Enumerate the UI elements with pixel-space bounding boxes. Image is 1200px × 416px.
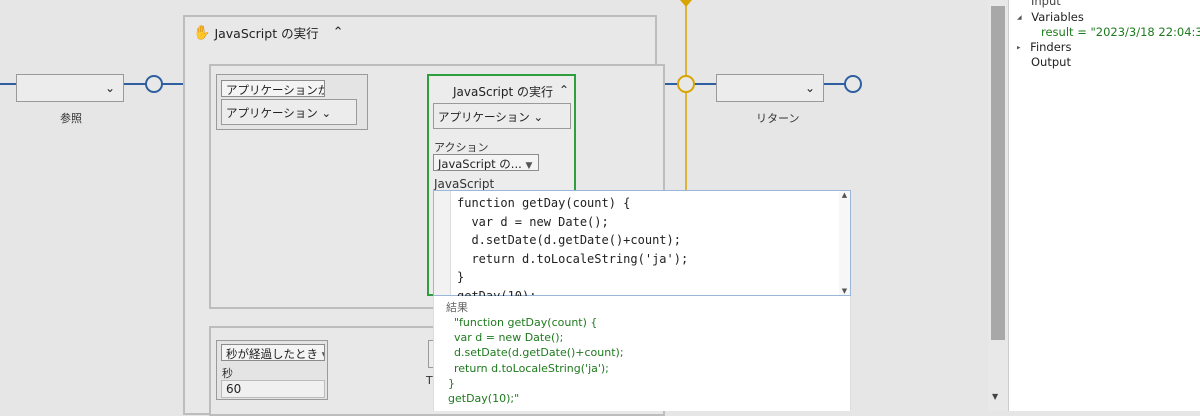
result-line: var d = new Date();	[454, 331, 564, 345]
code-editor[interactable]: function getDay(count) { var d = new Dat…	[433, 190, 851, 303]
expanded-triangle-icon[interactable]: ◢	[1017, 14, 1022, 21]
result-lines: "function getDay(count) { var d = new Dat…	[434, 315, 852, 406]
editor-scrollbar[interactable]: ▲ ▼	[839, 191, 850, 295]
result-line: d.setDate(d.getDate()+count);	[454, 346, 624, 360]
code-line: d.setDate(d.getDate()+count);	[457, 233, 681, 247]
app-sub-dropdown[interactable]: アプリケーション ⌄	[221, 99, 357, 125]
return-node[interactable]: ⌄	[716, 74, 824, 102]
dropdown-arrow-icon: ▼	[322, 351, 324, 360]
code-lines: function getDay(count) { var d = new Dat…	[457, 194, 688, 305]
result-line: }	[448, 376, 455, 390]
output-item[interactable]: Output	[1031, 55, 1071, 69]
editor-gutter	[434, 191, 451, 295]
app-select-node: アプリケーションが... ▼ アプリケーション ⌄	[216, 74, 368, 130]
result-line: "function getDay(count) {	[454, 316, 598, 329]
chevron-down-icon: ⌄	[104, 81, 115, 95]
hand-icon: ✋	[193, 24, 211, 41]
next-node-label: T	[426, 374, 433, 387]
variables-panel: Input ◢ Variables result = "2023/3/18 22…	[1008, 0, 1200, 411]
seconds-label: 秒	[222, 367, 233, 380]
return-label: リターン	[756, 112, 800, 125]
reference-label: 参照	[60, 112, 82, 125]
collapsed-triangle-icon[interactable]: ▸	[1017, 44, 1021, 52]
seconds-input[interactable]: 60	[221, 380, 325, 398]
code-line: function getDay(count) {	[457, 196, 631, 210]
scrollbar-thumb[interactable]	[991, 6, 1005, 340]
action-dropdown[interactable]: JavaScript の... ▼	[433, 154, 539, 171]
javascript-label: JavaScript	[434, 177, 495, 191]
wait-condition-dropdown[interactable]: 秒が経過したとき ▼	[221, 344, 325, 361]
collapse-icon[interactable]: ⌃	[559, 83, 569, 100]
variables-item[interactable]: ◢ Variables	[1017, 10, 1084, 24]
chevron-down-icon: ⌄	[533, 110, 544, 124]
code-line: var d = new Date();	[457, 214, 609, 229]
code-line: return d.toLocaleString('ja');	[457, 251, 689, 266]
scroll-down-icon[interactable]: ▼	[839, 287, 850, 295]
js-app-dropdown[interactable]: アプリケーション ⌄	[433, 103, 571, 129]
outer-group-title: JavaScript の実行	[214, 26, 319, 41]
result-panel: 結果 "function getDay(count) { var d = new …	[433, 296, 851, 411]
action-label: アクション	[434, 141, 489, 154]
outer-group-header[interactable]: ✋ JavaScript の実行 ⌃	[193, 23, 343, 42]
connector-circle	[844, 75, 862, 93]
dropdown-arrow-icon: ▼	[525, 161, 533, 171]
reference-node[interactable]: ⌄	[16, 74, 124, 102]
js-node-title: JavaScript の実行	[453, 85, 553, 99]
chevron-down-icon: ⌄	[804, 81, 815, 95]
result-header: 結果	[446, 301, 468, 314]
input-item[interactable]: Input	[1031, 0, 1061, 8]
js-node-header: JavaScript の実行 ⌃	[453, 83, 569, 100]
result-variable[interactable]: result = "2023/3/18 22:04:39"	[1041, 25, 1200, 39]
connector-circle	[145, 75, 163, 93]
chevron-down-icon: ⌄	[321, 106, 332, 120]
scroll-down-icon[interactable]: ▼	[992, 392, 998, 401]
result-line: return d.toLocaleString('ja');	[454, 361, 609, 375]
collapse-icon[interactable]: ⌃	[333, 25, 344, 40]
canvas-scrollbar[interactable]: ▼	[988, 0, 1008, 411]
app-condition-dropdown[interactable]: アプリケーションが... ▼	[221, 80, 325, 97]
scroll-up-icon[interactable]: ▲	[839, 191, 850, 199]
wait-node: 秒が経過したとき ▼ 秒 60	[216, 340, 328, 400]
code-line: }	[457, 270, 465, 284]
connector-circle-gold	[677, 75, 695, 93]
result-line: getDay(10);"	[448, 392, 520, 406]
finders-item[interactable]: ▸ Finders	[1017, 40, 1072, 54]
